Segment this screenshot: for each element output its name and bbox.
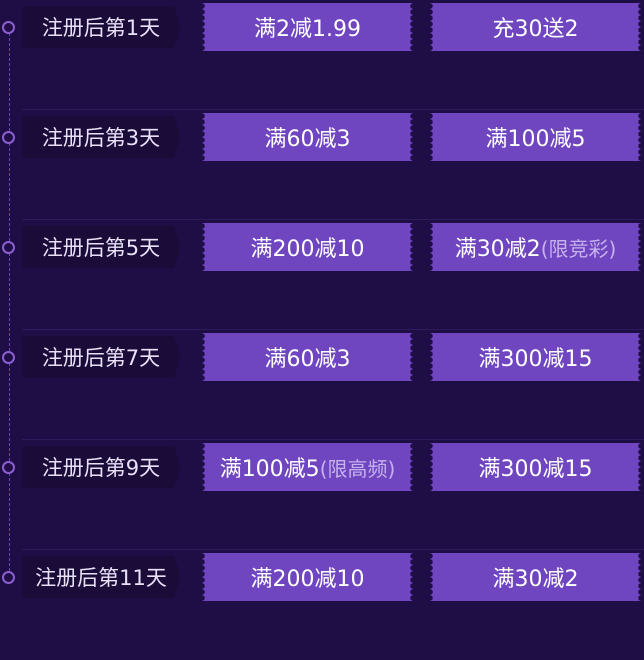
timeline-dot-icon <box>2 461 15 474</box>
coupon-card[interactable]: 满300减15 <box>430 443 641 491</box>
coupon-text: 满200减10 <box>250 237 365 262</box>
timeline-dot-icon <box>2 21 15 34</box>
timeline-dot-icon <box>2 241 15 254</box>
coupon-text: 满100减5 <box>219 457 320 482</box>
timeline-dot-icon <box>2 351 15 364</box>
coupon-text: 满60减3 <box>264 347 351 372</box>
coupon-text: 满200减10 <box>250 567 365 592</box>
timeline-dot-icon <box>2 571 15 584</box>
coupon-row: 注册后第7天 满60减3 满300减15 <box>0 330 644 440</box>
day-label: 注册后第5天 <box>22 226 180 268</box>
coupon-card[interactable]: 满200减10 <box>202 553 413 601</box>
coupon-card[interactable]: 满300减15 <box>430 333 641 381</box>
coupon-card[interactable]: 满100减5 <box>430 113 641 161</box>
coupon-text: 满300减15 <box>478 347 593 372</box>
timeline-dot-icon <box>2 131 15 144</box>
coupon-note: (限竞彩) <box>540 236 617 261</box>
coupon-card[interactable]: 满60减3 <box>202 113 413 161</box>
coupon-card[interactable]: 满60减3 <box>202 333 413 381</box>
coupon-card[interactable]: 满100减5 (限高频) <box>202 443 413 491</box>
coupon-card[interactable]: 满2减1.99 <box>202 3 413 51</box>
day-label: 注册后第11天 <box>22 556 180 598</box>
coupon-card[interactable]: 满30减2 <box>430 553 641 601</box>
coupon-text: 满60减3 <box>264 127 351 152</box>
day-label: 注册后第1天 <box>22 6 180 48</box>
day-label: 注册后第7天 <box>22 336 180 378</box>
coupon-text: 满300减15 <box>478 457 593 482</box>
coupon-text: 充30送2 <box>492 17 579 42</box>
coupon-row: 注册后第5天 满200减10 满30减2 (限竞彩) <box>0 220 644 330</box>
coupon-text: 满100减5 <box>485 127 586 152</box>
day-label: 注册后第9天 <box>22 446 180 488</box>
day-label: 注册后第3天 <box>22 116 180 158</box>
coupon-text: 满30减2 <box>492 567 579 592</box>
coupon-row: 注册后第9天 满100减5 (限高频) 满300减15 <box>0 440 644 550</box>
coupon-note: (限高频) <box>319 456 396 481</box>
coupon-row: 注册后第3天 满60减3 满100减5 <box>0 110 644 220</box>
coupon-card[interactable]: 充30送2 <box>430 3 641 51</box>
coupon-row: 注册后第1天 满2减1.99 充30送2 <box>0 0 644 110</box>
coupon-text: 满30减2 <box>454 237 541 262</box>
coupon-card[interactable]: 满30减2 (限竞彩) <box>430 223 641 271</box>
coupon-card[interactable]: 满200减10 <box>202 223 413 271</box>
coupon-row: 注册后第11天 满200减10 满30减2 <box>0 550 644 660</box>
coupon-text: 满2减1.99 <box>254 17 361 42</box>
